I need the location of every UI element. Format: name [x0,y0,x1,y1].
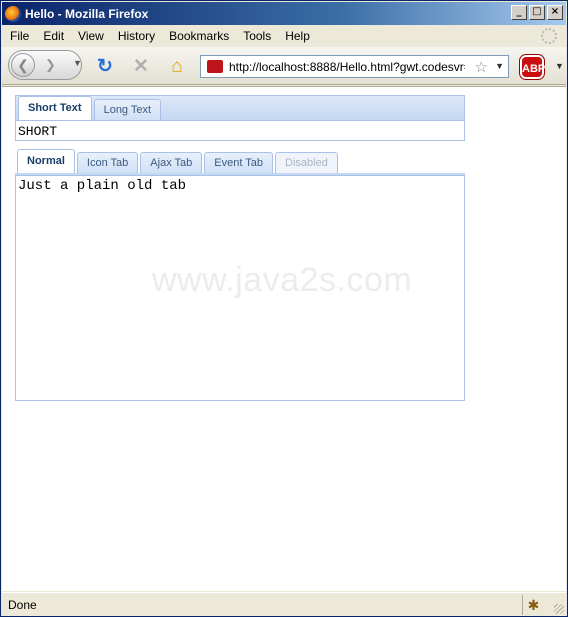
stop-button[interactable]: ✕ [130,56,152,78]
url-dropdown-icon[interactable]: ▼ [495,61,504,71]
tab-bar-text: Short Text Long Text [15,95,465,121]
tab-normal[interactable]: Normal [17,149,75,173]
browser-window: Hello - Mozilla Firefox _ □ × File Edit … [0,0,568,617]
title-bar: Hello - Mozilla Firefox _ □ × [2,2,566,25]
forward-button[interactable]: ❯ [45,57,56,73]
menu-history[interactable]: History [118,29,155,43]
adblock-dropdown-icon[interactable]: ▼ [555,61,564,71]
maximize-button[interactable]: □ [529,5,545,20]
tab-long-text[interactable]: Long Text [93,99,162,120]
reload-button[interactable]: ↻ [94,56,116,78]
stop-icon: ✕ [133,56,149,77]
minimize-button[interactable]: _ [511,5,527,20]
adblock-plus-button[interactable]: ABP [520,55,545,79]
tab-bar-main: Normal Icon Tab Ajax Tab Event Tab Disab… [15,149,465,175]
menu-view[interactable]: View [78,29,104,43]
navigation-toolbar: ❮ ❯ ▼ ↻ ✕ ⌂ http://localhost:8888/Hello.… [2,47,566,85]
firebug-icon[interactable]: ✱ [522,595,544,615]
forward-arrow-icon: ❯ [45,57,56,72]
menu-bookmarks[interactable]: Bookmarks [169,29,229,43]
menu-help[interactable]: Help [285,29,310,43]
tab-short-text[interactable]: Short Text [18,96,92,120]
tab-icon[interactable]: Icon Tab [76,152,139,173]
status-bar: Done ✱ [2,592,566,616]
throbber-icon [541,28,557,44]
tab-disabled: Disabled [275,152,338,173]
close-button[interactable]: × [547,5,563,20]
home-button[interactable]: ⌂ [166,56,188,78]
back-forward-group: ❮ ❯ ▼ [8,50,82,80]
tab-event[interactable]: Event Tab [204,152,274,173]
menu-tools[interactable]: Tools [243,29,271,43]
window-title: Hello - Mozilla Firefox [25,6,149,21]
page-content: Short Text Long Text SHORT Normal Icon T… [2,86,566,591]
menu-bar: File Edit View History Bookmarks Tools H… [2,26,566,46]
tab-panel-text-content: SHORT [15,121,465,141]
back-arrow-icon: ❮ [17,57,29,73]
firefox-logo-icon [5,5,21,22]
status-text: Done [8,598,37,612]
home-icon: ⌂ [171,56,183,77]
watermark: www.java2s.com [152,261,413,299]
tab-ajax[interactable]: Ajax Tab [140,152,203,173]
back-button[interactable]: ❮ [11,53,35,77]
url-bar[interactable]: http://localhost:8888/Hello.html?gwt.cod… [200,55,509,78]
reload-icon: ↻ [97,56,113,77]
resize-grip[interactable] [554,604,564,614]
history-dropdown-icon[interactable]: ▼ [73,58,82,68]
bookmark-star-icon[interactable]: ☆ [475,58,488,76]
menu-file[interactable]: File [10,29,29,43]
site-favicon-icon [207,60,223,73]
url-text[interactable]: http://localhost:8888/Hello.html?gwt.cod… [229,60,465,74]
menu-edit[interactable]: Edit [43,29,64,43]
